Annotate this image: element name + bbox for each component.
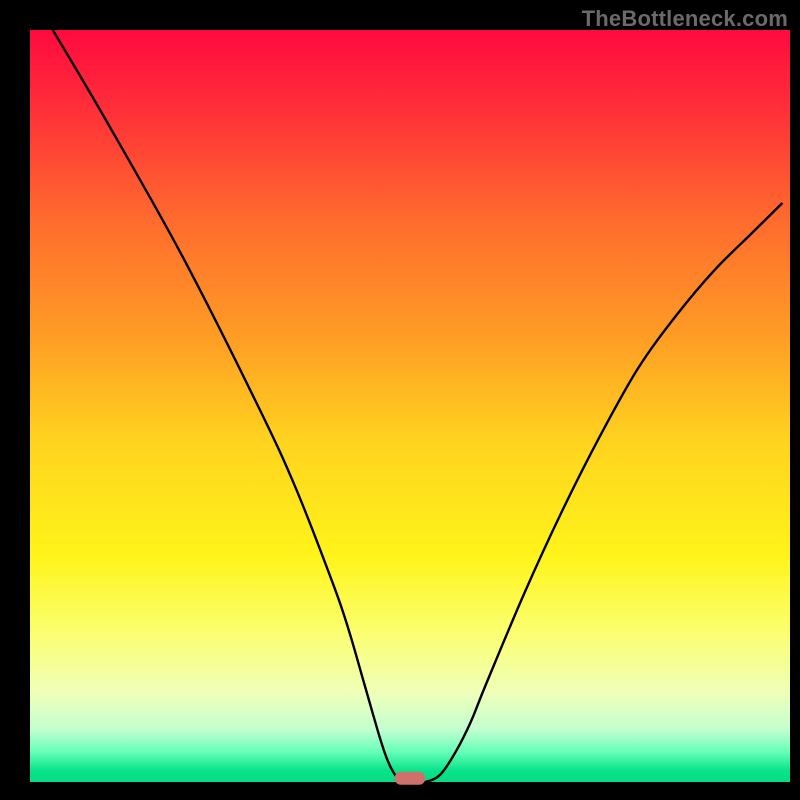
gradient-background [30, 30, 790, 782]
chart-plot-area [0, 0, 800, 800]
bottleneck-chart: TheBottleneck.com [0, 0, 800, 800]
watermark-text: TheBottleneck.com [582, 6, 788, 32]
optimal-marker [395, 772, 425, 785]
